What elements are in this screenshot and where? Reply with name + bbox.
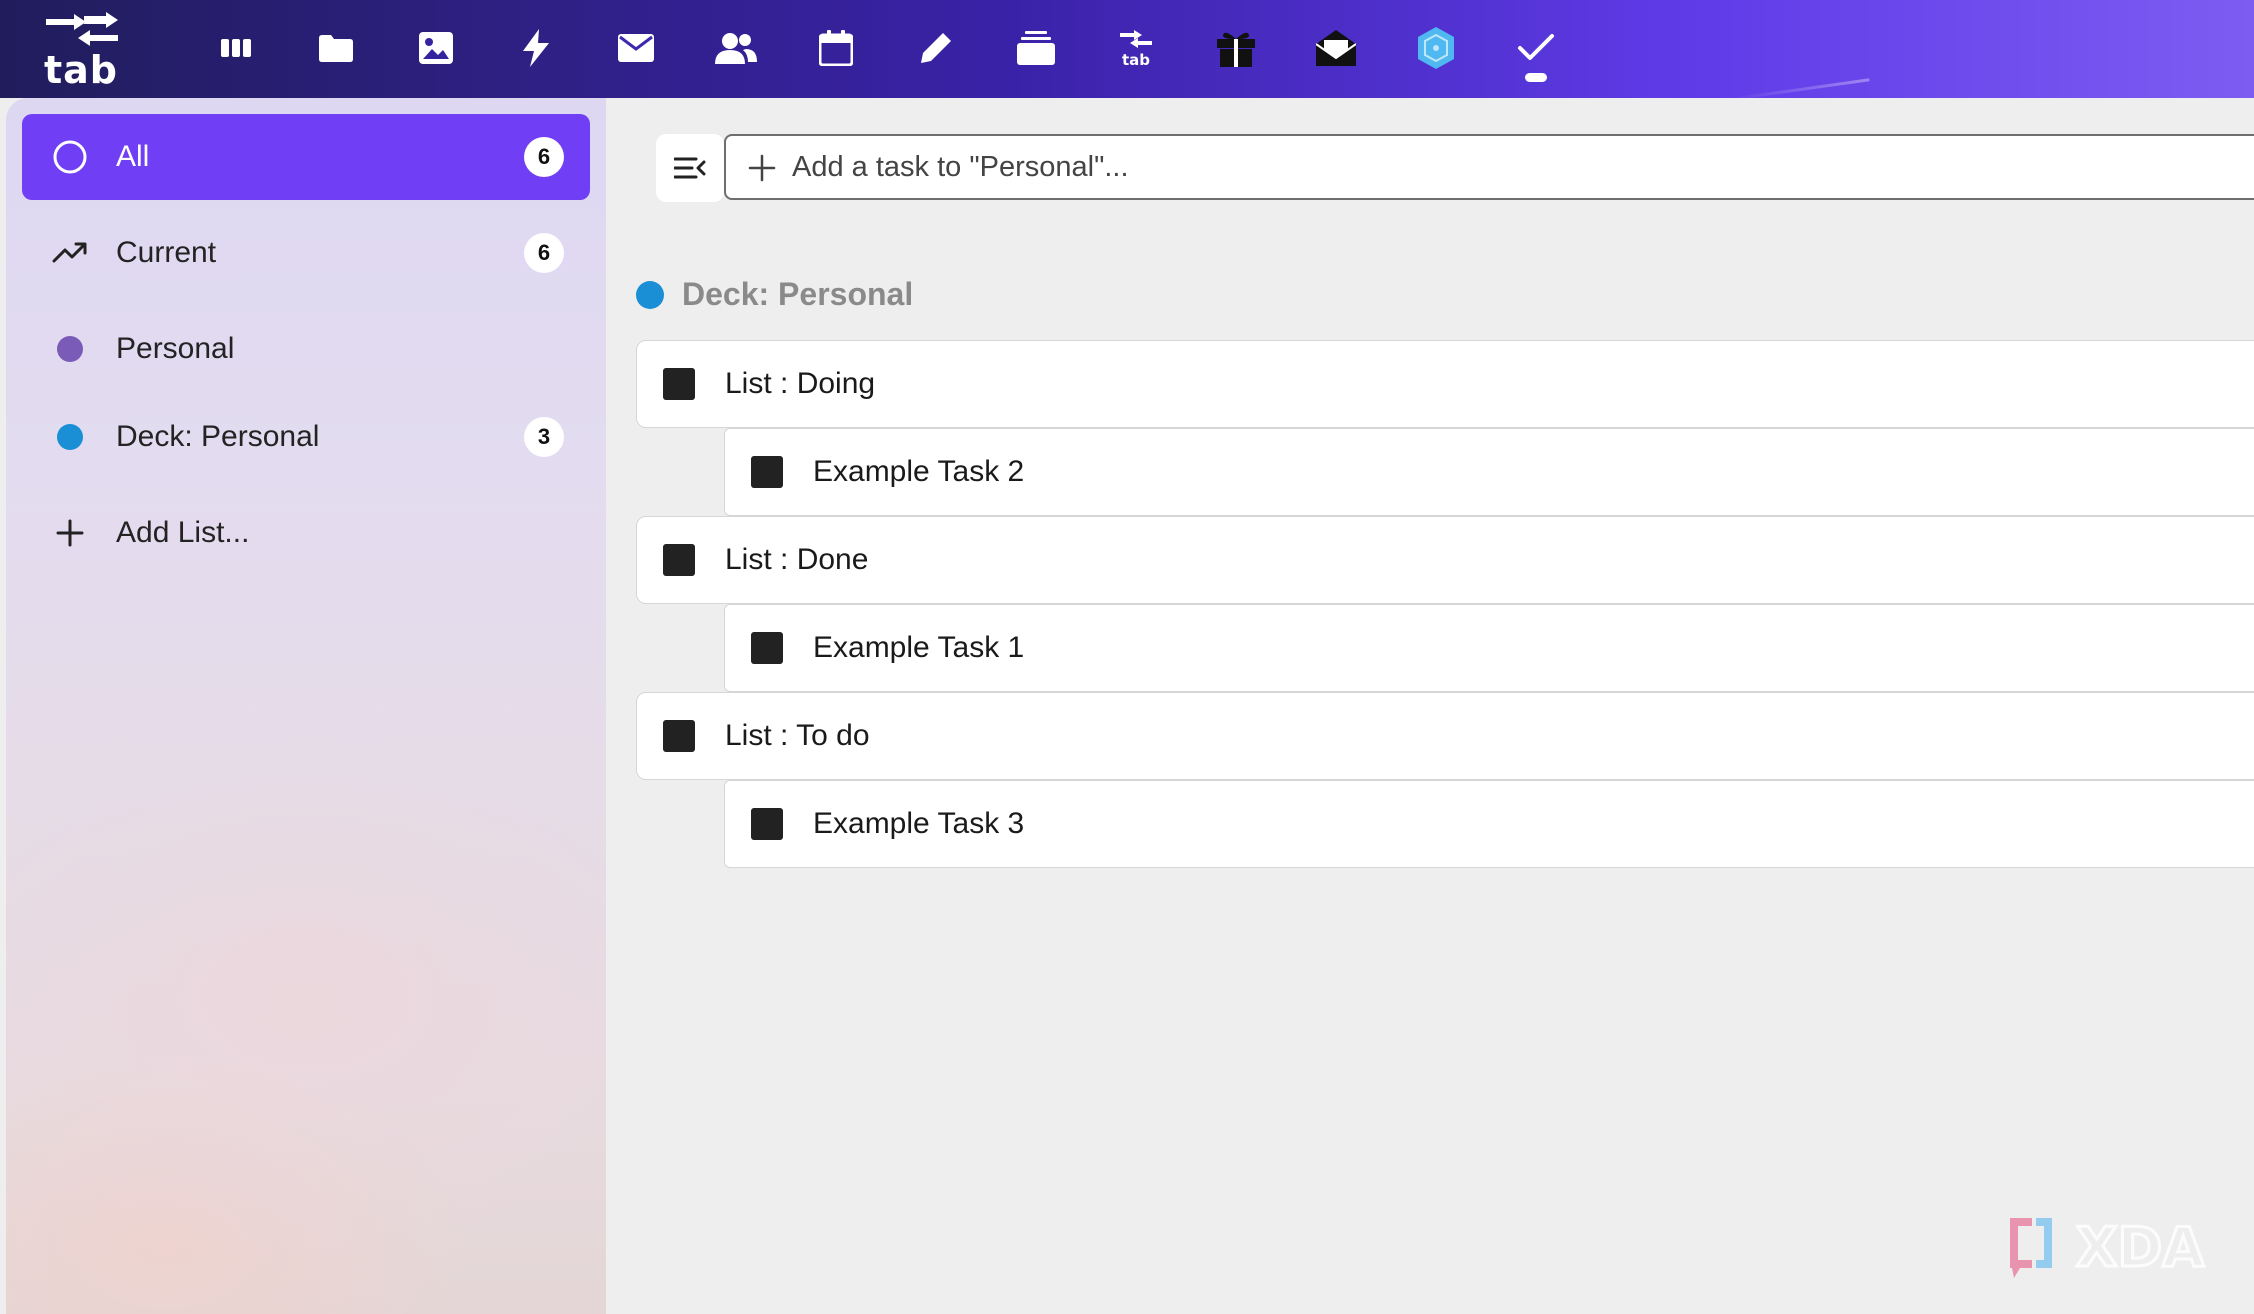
- sidebar-item-label: Deck: Personal: [116, 420, 320, 453]
- lightning-icon[interactable]: [508, 20, 564, 76]
- circle-outline-icon: [50, 137, 90, 177]
- sidebar-item-label: All: [116, 140, 150, 173]
- add-list-button[interactable]: Add List...: [22, 490, 590, 576]
- deck-color-dot: [636, 280, 664, 309]
- xda-watermark-logo: XDA: [2010, 1215, 2206, 1280]
- count-badge: 3: [524, 417, 564, 457]
- tasks-check-icon[interactable]: [1508, 20, 1564, 76]
- folder-icon[interactable]: [308, 20, 364, 76]
- checkbox[interactable]: [751, 632, 783, 664]
- plus-icon: [748, 154, 776, 182]
- list-row-done[interactable]: List : Done: [636, 516, 2254, 604]
- row-label: Example Task 2: [813, 455, 1025, 488]
- calendar-icon[interactable]: [808, 20, 864, 76]
- row-label: Example Task 1: [813, 631, 1025, 664]
- dot-icon: [50, 329, 90, 369]
- add-task-input[interactable]: [790, 140, 2194, 194]
- dot-icon: [50, 417, 90, 457]
- menu-collapse-icon: [674, 157, 706, 179]
- list-row-todo[interactable]: List : To do: [636, 692, 2254, 780]
- svg-text:tab: tab: [1122, 51, 1150, 68]
- sidebar-item-label: Add List...: [116, 516, 250, 549]
- deck-heading: Deck: Personal: [636, 276, 913, 313]
- swap-arrows-icon: [46, 12, 118, 46]
- hexagon-app-icon[interactable]: [1408, 20, 1464, 76]
- image-icon[interactable]: [408, 20, 464, 76]
- tab-logo[interactable]: tab: [38, 8, 126, 92]
- sidebar-item-personal[interactable]: Personal: [22, 306, 590, 392]
- count-badge: 6: [524, 233, 564, 273]
- sidebar-item-deck-personal[interactable]: Deck: Personal 3: [22, 394, 590, 480]
- decorative-streak: [1730, 78, 1870, 98]
- checkbox[interactable]: [751, 808, 783, 840]
- toggle-sidebar-button[interactable]: [656, 134, 724, 202]
- tab-transfer-icon[interactable]: tab: [1108, 20, 1164, 76]
- top-app-bar: tab tab: [0, 0, 2254, 98]
- list-row-doing[interactable]: List : Doing: [636, 340, 2254, 428]
- row-label: List : Doing: [725, 367, 876, 400]
- logo-text: tab: [44, 48, 119, 92]
- active-nav-indicator: [1525, 73, 1547, 82]
- checkbox[interactable]: [663, 544, 695, 576]
- task-row[interactable]: Example Task 2: [724, 428, 2254, 516]
- sidebar-item-label: Current: [116, 236, 217, 269]
- task-row[interactable]: Example Task 1: [724, 604, 2254, 692]
- checkbox[interactable]: [663, 368, 695, 400]
- checkbox[interactable]: [663, 720, 695, 752]
- task-row[interactable]: Example Task 3: [724, 780, 2254, 868]
- add-task-field[interactable]: [724, 134, 2254, 200]
- stack-icon[interactable]: [1008, 20, 1064, 76]
- row-label: List : To do: [725, 719, 870, 752]
- row-label: List : Done: [725, 543, 869, 576]
- columns-icon[interactable]: [208, 20, 264, 76]
- row-label: Example Task 3: [813, 807, 1025, 840]
- sidebar: All 6 Current 6 Personal Deck: Personal …: [6, 98, 606, 1314]
- contacts-icon[interactable]: [708, 20, 764, 76]
- plus-icon: [50, 513, 90, 553]
- gift-icon[interactable]: [1208, 20, 1264, 76]
- mail-open-icon[interactable]: [1308, 20, 1364, 76]
- svg-text:XDA: XDA: [2076, 1216, 2204, 1279]
- pencil-icon[interactable]: [908, 20, 964, 76]
- sidebar-item-current[interactable]: Current 6: [22, 210, 590, 296]
- sidebar-item-label: Personal: [116, 332, 235, 365]
- mail-icon[interactable]: [608, 20, 664, 76]
- deck-title: Deck: Personal: [682, 276, 914, 312]
- checkbox[interactable]: [751, 456, 783, 488]
- count-badge: 6: [524, 137, 564, 177]
- trending-up-icon: [50, 233, 90, 273]
- main-content: Deck: Personal List : Doing Example Task…: [606, 98, 2254, 1314]
- sidebar-item-all[interactable]: All 6: [22, 114, 590, 200]
